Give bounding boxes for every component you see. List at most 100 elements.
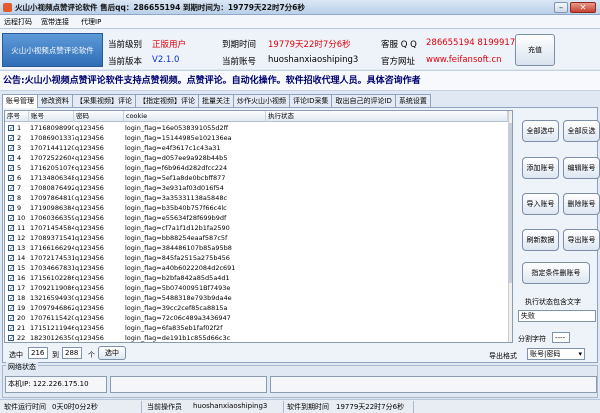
column-header-cookie[interactable]: cookie bbox=[124, 111, 266, 122]
table-row[interactable]: ✓ 7 17080876492 q123456 login_flag=3e931af03… bbox=[5, 183, 512, 193]
table-row[interactable]: ✓ 20 17076115420 q123456 login_flag=72c06c48… bbox=[5, 313, 512, 323]
row-checkbox[interactable]: ✓ bbox=[8, 255, 14, 262]
minimize-button[interactable]: – bbox=[554, 2, 568, 13]
row-no: 3 bbox=[17, 144, 22, 152]
delete-by-condition-button[interactable]: 指定条件删账号 bbox=[522, 262, 590, 284]
row-cookie: login_flag=d057ee9a928b44b5 bbox=[125, 154, 228, 162]
menu-proxy-ip[interactable]: 代理IP bbox=[81, 17, 101, 27]
table-row[interactable]: ✓ 8 17097864810 q123456 login_flag=3a3533113… bbox=[5, 193, 512, 203]
row-no: 1 bbox=[17, 124, 22, 132]
select-all-button[interactable]: 全部选中 bbox=[522, 120, 559, 142]
table-row[interactable]: ✓ 5 17162051076 q123456 login_flag=f6b964d28… bbox=[5, 163, 512, 173]
tab-system-settings[interactable]: 系统设置 bbox=[394, 94, 431, 107]
range-to-input[interactable]: 288 bbox=[62, 347, 82, 359]
tab-edit-profile[interactable]: 修改资料 bbox=[37, 94, 73, 107]
site-value[interactable]: www.feifansoft.cn bbox=[426, 55, 502, 65]
export-format-select[interactable]: 账号|密码 ▾ bbox=[527, 348, 585, 360]
column-header-account[interactable]: 账号 bbox=[29, 111, 74, 122]
status-contains-input[interactable]: 失败 bbox=[518, 310, 596, 322]
row-checkbox[interactable]: ✓ bbox=[8, 175, 14, 182]
operator-value: huoshanxiaoshiping3 bbox=[193, 402, 268, 410]
row-checkbox[interactable]: ✓ bbox=[8, 125, 14, 132]
row-checkbox[interactable]: ✓ bbox=[8, 335, 14, 342]
window-title: 火山小视频点赞评论软件 售后qq：286655194 到期时间为：19779天2… bbox=[15, 3, 305, 12]
table-row[interactable]: ✓ 9 17190986384 q123456 login_flag=b35b40b75… bbox=[5, 203, 512, 213]
row-account: 17162051076 bbox=[30, 164, 74, 172]
row-checkbox[interactable]: ✓ bbox=[8, 285, 14, 292]
table-row[interactable]: ✓ 21 17151211946 q123456 login_flag=6fa835eb… bbox=[5, 323, 512, 333]
row-password: q123456 bbox=[75, 204, 104, 212]
table-row[interactable]: ✓ 18 13216594930 q123456 login_flag=5488318e… bbox=[5, 293, 512, 303]
select-range-button[interactable]: 选中 bbox=[98, 346, 126, 360]
table-row[interactable]: ✓ 6 17134806348 q123456 login_flag=5ef1a8de0… bbox=[5, 173, 512, 183]
app-icon bbox=[3, 3, 12, 12]
table-row[interactable]: ✓ 3 17071441120 q123456 login_flag=e4f3617c1… bbox=[5, 143, 512, 153]
delete-account-button[interactable]: 删除账号 bbox=[563, 193, 600, 215]
separator-input[interactable]: ---- bbox=[552, 332, 570, 343]
table-row[interactable]: ✓ 15 17034667831 q123456 login_flag=a40b6022… bbox=[5, 263, 512, 273]
table-row[interactable]: ✓ 17 17092119086 q123456 login_flag=5b074009… bbox=[5, 283, 512, 293]
add-account-button[interactable]: 添加账号 bbox=[522, 157, 559, 179]
tab-batch-follow[interactable]: 批量关注 bbox=[198, 94, 234, 107]
row-checkbox[interactable]: ✓ bbox=[8, 145, 14, 152]
row-password: q123456 bbox=[75, 184, 104, 192]
range-from-input[interactable]: 216 bbox=[28, 347, 48, 359]
close-button[interactable]: ✕ bbox=[570, 2, 596, 13]
row-checkbox[interactable]: ✓ bbox=[8, 325, 14, 332]
row-checkbox[interactable]: ✓ bbox=[8, 295, 14, 302]
row-checkbox[interactable]: ✓ bbox=[8, 235, 14, 242]
row-checkbox[interactable]: ✓ bbox=[8, 195, 14, 202]
tab-promote-video[interactable]: 炒作火山小视频 bbox=[233, 94, 290, 107]
row-checkbox[interactable]: ✓ bbox=[8, 155, 14, 162]
row-checkbox[interactable]: ✓ bbox=[8, 215, 14, 222]
table-row[interactable]: ✓ 19 17097946862 q123456 login_flag=39cc2cef… bbox=[5, 303, 512, 313]
row-checkbox[interactable]: ✓ bbox=[8, 275, 14, 282]
table-row[interactable]: ✓ 4 17072522604 q123456 login_flag=d057ee9a9… bbox=[5, 153, 512, 163]
network-status-label: 网络状态 bbox=[6, 362, 38, 372]
menu-remote-captcha[interactable]: 远程打码 bbox=[4, 17, 32, 27]
row-password: q123456 bbox=[75, 324, 104, 332]
row-checkbox[interactable]: ✓ bbox=[8, 315, 14, 322]
expiry-label: 到期时间 bbox=[222, 40, 257, 50]
row-password: q123456 bbox=[75, 234, 104, 242]
tab-collect-video-comment[interactable]: 【采集视频】评论 bbox=[72, 94, 136, 107]
row-checkbox[interactable]: ✓ bbox=[8, 205, 14, 212]
export-account-button[interactable]: 导出账号 bbox=[563, 229, 600, 251]
column-header-password[interactable]: 密码 bbox=[74, 111, 124, 122]
column-header-status[interactable]: 执行状态 bbox=[266, 111, 508, 122]
row-checkbox[interactable]: ✓ bbox=[8, 165, 14, 172]
column-header-no[interactable]: 序号 bbox=[5, 111, 29, 122]
import-account-button[interactable]: 导入账号 bbox=[522, 193, 559, 215]
table-row[interactable]: ✓ 13 17166166294 q123456 login_flag=38448610… bbox=[5, 243, 512, 253]
invert-selection-button[interactable]: 全部反选 bbox=[563, 120, 600, 142]
account-table[interactable]: 序号 账号 密码 cookie 执行状态 ✓ 1 17168098990 q12345… bbox=[4, 110, 513, 343]
row-checkbox[interactable]: ✓ bbox=[8, 265, 14, 272]
refresh-data-button[interactable]: 刷新数据 bbox=[522, 229, 559, 251]
table-row[interactable]: ✓ 11 17071454584 q123456 login_flag=cf7a1f1d… bbox=[5, 223, 512, 233]
table-row[interactable]: ✓ 2 17086901337 q123456 login_flag=15144985e… bbox=[5, 133, 512, 143]
table-row[interactable]: ✓ 10 17060366359 q123456 login_flag=e55634f2… bbox=[5, 213, 512, 223]
row-password: q123456 bbox=[75, 284, 104, 292]
row-checkbox[interactable]: ✓ bbox=[8, 185, 14, 192]
title-bar: 火山小视频点赞评论软件 售后qq：286655194 到期时间为：19779天2… bbox=[0, 0, 600, 15]
table-row[interactable]: ✓ 22 18230126350 q123456 login_flag=de191b1c… bbox=[5, 333, 512, 342]
tab-account-management[interactable]: 账号管理 bbox=[2, 94, 38, 108]
recharge-button[interactable]: 充值 bbox=[515, 34, 555, 66]
table-row[interactable]: ✓ 12 17089371541 q123456 login_flag=bb88254e… bbox=[5, 233, 512, 243]
tab-comment-id-collect[interactable]: 评论ID采集 bbox=[289, 94, 333, 107]
row-no: 20 bbox=[17, 314, 26, 322]
tab-specified-video-comment[interactable]: 【指定视频】评论 bbox=[135, 94, 199, 107]
row-checkbox[interactable]: ✓ bbox=[8, 135, 14, 142]
row-checkbox[interactable]: ✓ bbox=[8, 305, 14, 312]
table-row[interactable]: ✓ 14 17072174531 q123456 login_flag=845fa251… bbox=[5, 253, 512, 263]
table-row[interactable]: ✓ 16 17156102286 q123456 login_flag=b2bfa842… bbox=[5, 273, 512, 283]
table-row[interactable]: ✓ 1 17168098990 q123456 login_flag=16e053839… bbox=[5, 123, 512, 133]
range-separator: 到 bbox=[52, 351, 59, 359]
row-checkbox[interactable]: ✓ bbox=[8, 225, 14, 232]
row-checkbox[interactable]: ✓ bbox=[8, 245, 14, 252]
table-scrollbar-thumb[interactable] bbox=[509, 123, 512, 283]
menu-broadband[interactable]: 宽带连接 bbox=[41, 17, 69, 27]
row-no: 15 bbox=[17, 264, 26, 272]
tab-own-comment-id[interactable]: 取出自己的评论ID bbox=[331, 94, 396, 107]
edit-account-button[interactable]: 编辑账号 bbox=[563, 157, 600, 179]
